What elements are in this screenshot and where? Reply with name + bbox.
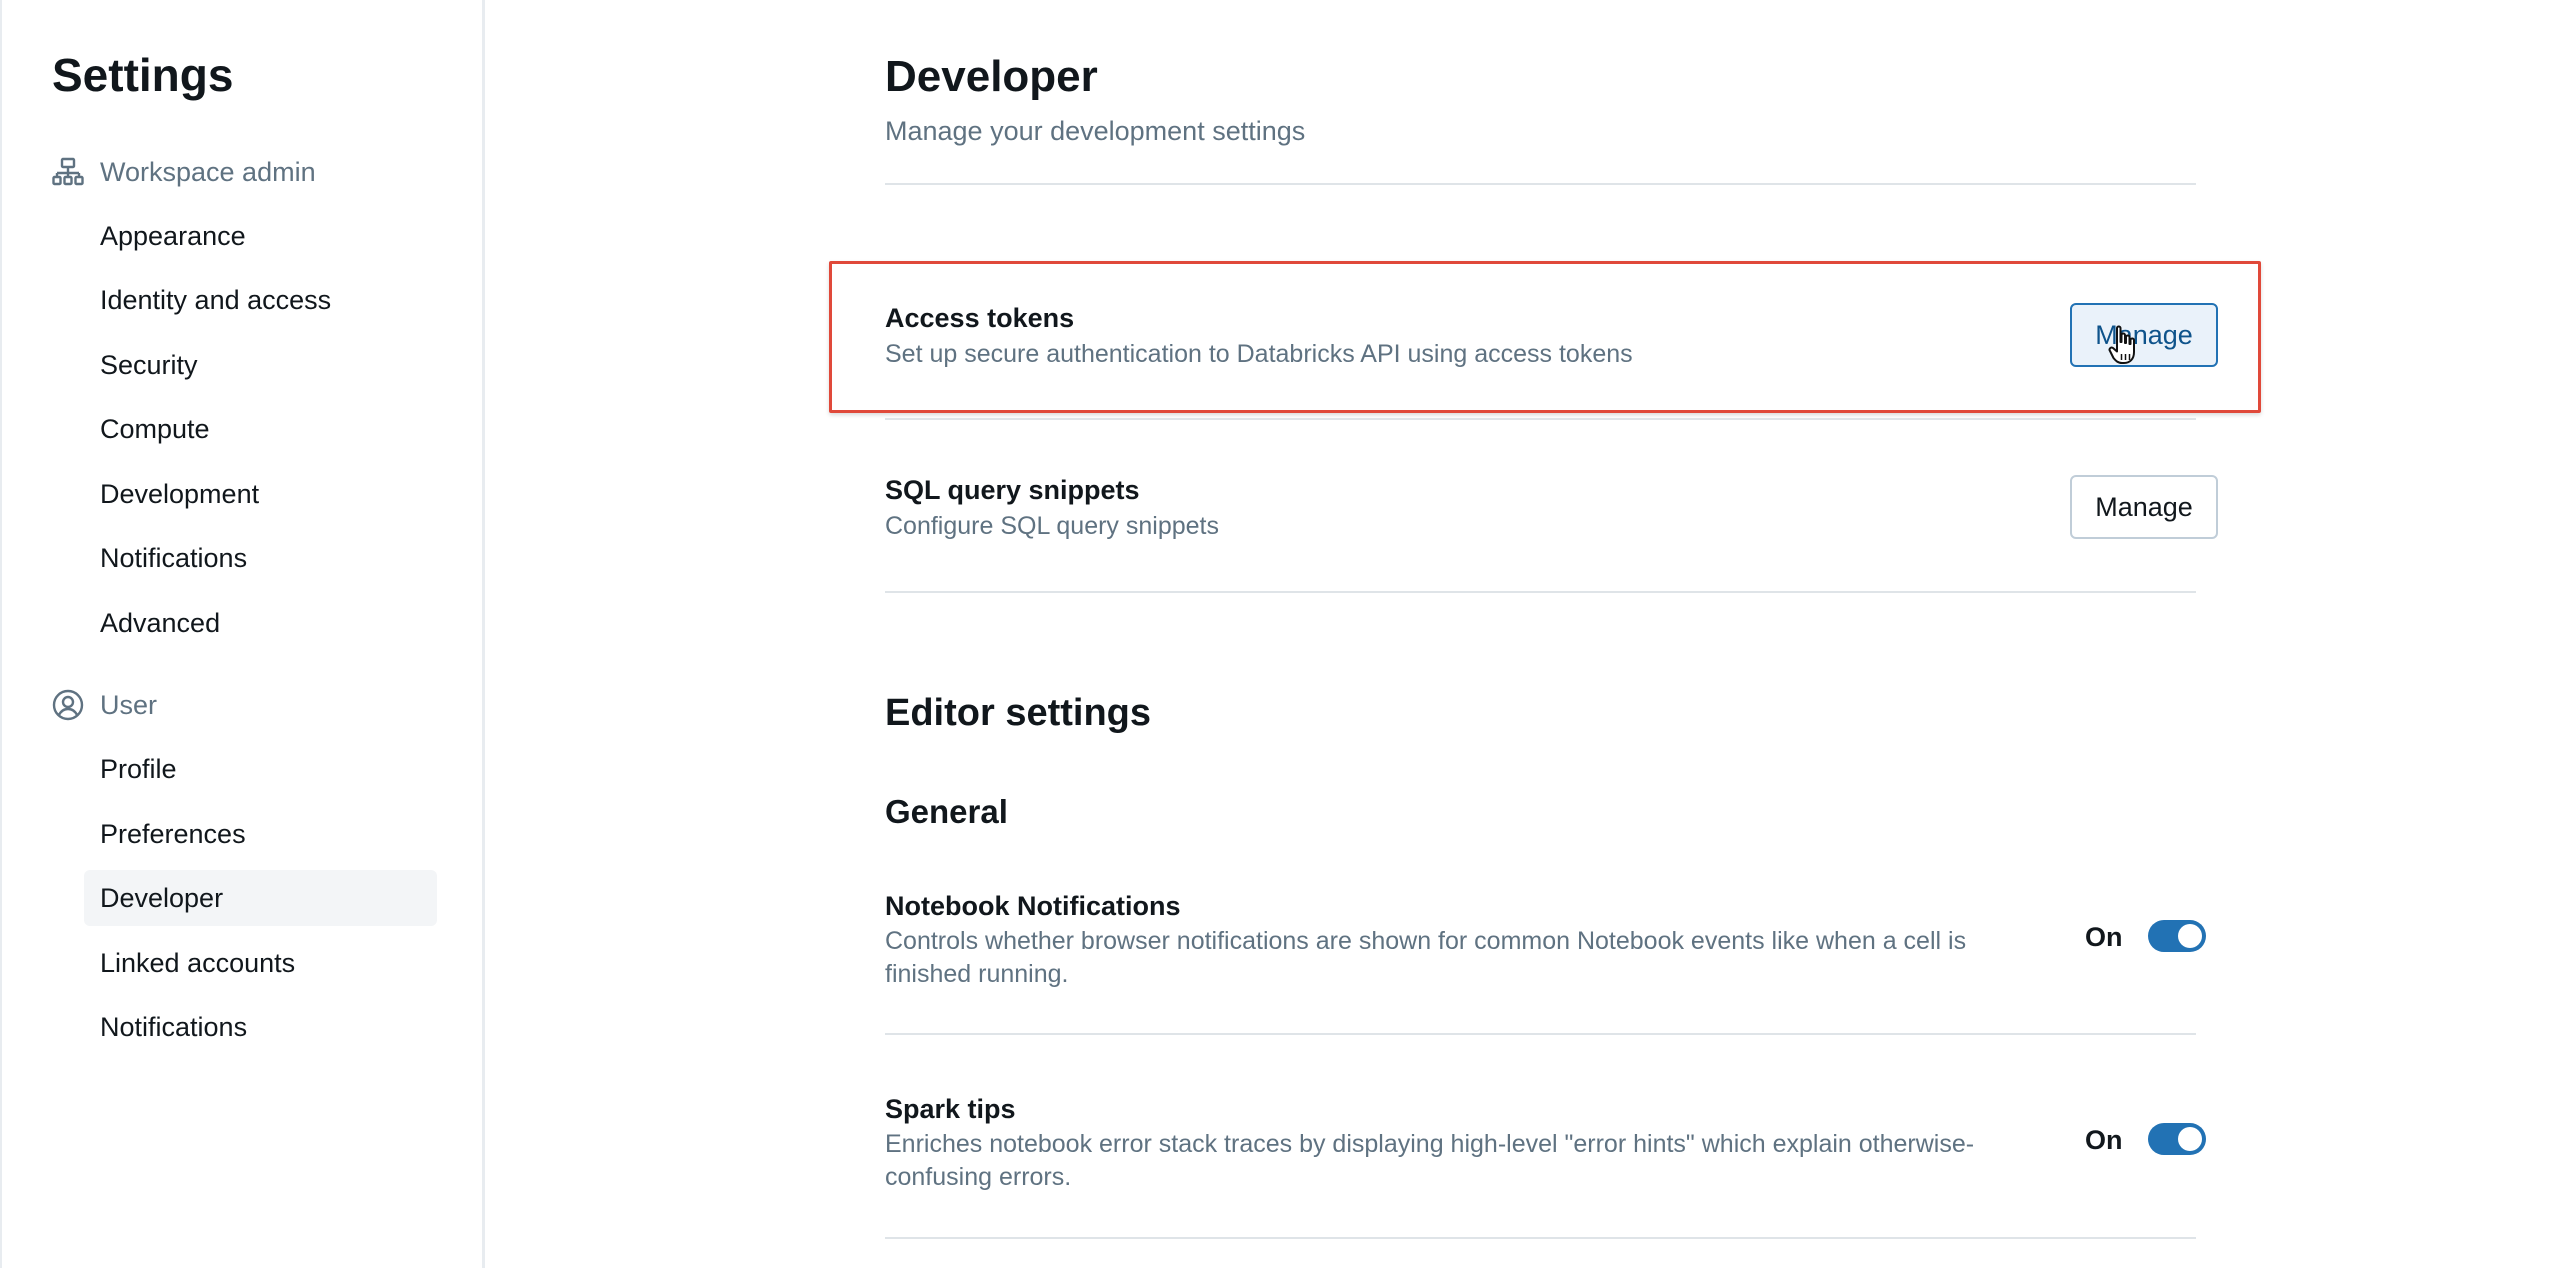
sidebar-item-user-notifications[interactable]: Notifications	[84, 999, 437, 1055]
access-tokens-manage-button[interactable]: Manage	[2070, 303, 2218, 367]
editor-settings-heading: Editor settings	[885, 692, 1152, 734]
divider	[885, 1237, 2196, 1239]
notebook-notifications-toggle[interactable]	[2148, 920, 2206, 952]
notebook-notifications-title: Notebook Notifications	[885, 891, 1181, 921]
spark-tips-toggle[interactable]	[2148, 1123, 2206, 1155]
sidebar-item-admin-notifications[interactable]: Notifications	[84, 530, 437, 586]
general-subheading: General	[885, 793, 1008, 830]
sql-query-snippets-title: SQL query snippets	[885, 475, 1140, 505]
notebook-notifications-description: Controls whether browser notifications a…	[885, 927, 1967, 988]
sql-query-snippets-description: Configure SQL query snippets	[885, 512, 1219, 540]
toggle-knob	[2178, 924, 2202, 948]
group-label-workspace-admin: Workspace admin	[100, 156, 316, 187]
sidebar-item-appearance[interactable]: Appearance	[84, 208, 437, 264]
sidebar-item-compute[interactable]: Compute	[84, 401, 437, 457]
divider	[885, 418, 2196, 420]
sidebar-item-advanced[interactable]: Advanced	[84, 595, 437, 651]
settings-sidebar: Settings Workspace admin Appearance Iden…	[0, 0, 485, 1268]
spark-tips-description: Enriches notebook error stack traces by …	[885, 1130, 1975, 1191]
highlight-box	[829, 261, 2261, 413]
spark-tips-title: Spark tips	[885, 1094, 1016, 1124]
sidebar-item-preferences[interactable]: Preferences	[84, 806, 437, 862]
group-label-user: User	[100, 689, 158, 720]
page-title: Developer	[885, 52, 1098, 101]
toggle-knob	[2178, 1127, 2202, 1151]
notebook-notifications-state: On	[2085, 922, 2123, 952]
access-tokens-description: Set up secure authentication to Databric…	[885, 340, 1633, 368]
page-subtitle: Manage your development settings	[885, 116, 1306, 146]
sidebar-item-developer[interactable]: Developer	[84, 870, 437, 926]
sidebar-item-linked-accounts[interactable]: Linked accounts	[84, 935, 437, 991]
spark-tips-state: On	[2085, 1125, 2123, 1155]
divider	[885, 1033, 2196, 1035]
divider	[885, 591, 2196, 593]
sidebar-item-security[interactable]: Security	[84, 337, 437, 393]
sidebar-item-profile[interactable]: Profile	[84, 741, 437, 797]
workspace-admin-icon	[52, 156, 84, 188]
sql-query-snippets-manage-button[interactable]: Manage	[2070, 475, 2218, 539]
access-tokens-title: Access tokens	[885, 303, 1075, 333]
divider	[885, 183, 2196, 185]
user-circle-icon	[52, 689, 84, 721]
sidebar-title: Settings	[52, 49, 234, 101]
group-user: User	[52, 683, 157, 727]
group-workspace-admin: Workspace admin	[52, 150, 316, 194]
sidebar-item-development[interactable]: Development	[84, 466, 437, 522]
sidebar-item-identity-and-access[interactable]: Identity and access	[84, 272, 437, 328]
